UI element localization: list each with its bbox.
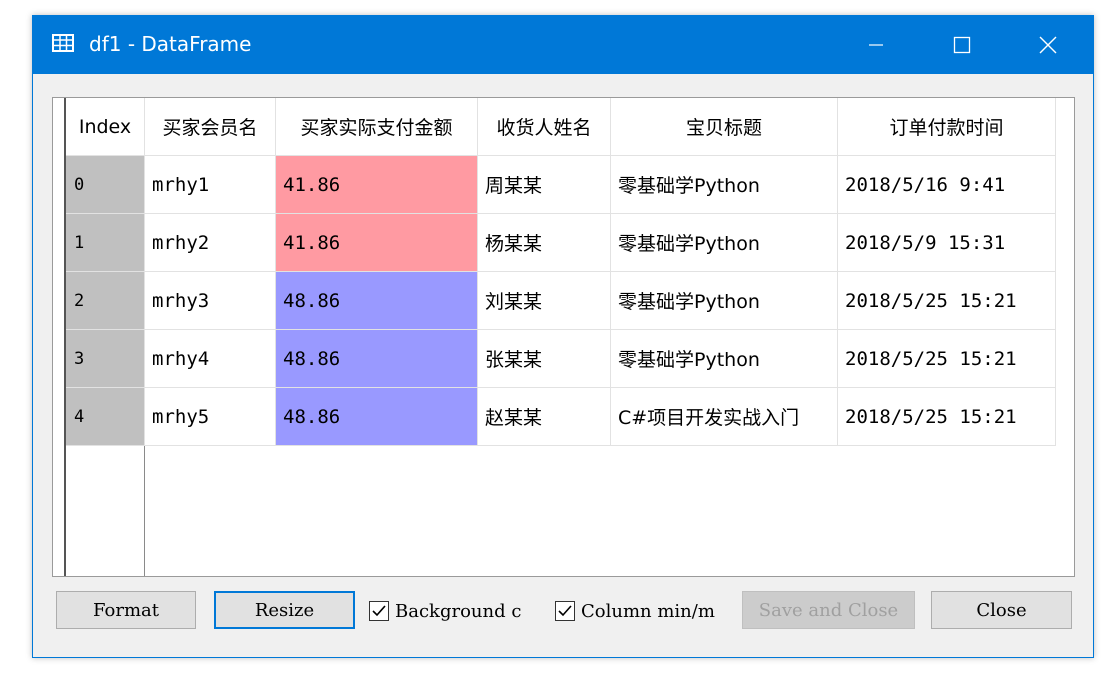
cell-paid-amount[interactable]: 48.86: [276, 272, 478, 330]
header-buyer-member[interactable]: 买家会员名: [145, 98, 276, 156]
cell-buyer-member[interactable]: mrhy3: [145, 272, 276, 330]
cell-payment-time[interactable]: 2018/5/25 15:21: [838, 330, 1056, 388]
cell-payment-time[interactable]: 2018/5/25 15:21: [838, 272, 1056, 330]
checkmark-icon: [372, 605, 386, 617]
column-minmax-label: Column min/m: [581, 600, 715, 622]
cell-buyer-member[interactable]: mrhy5: [145, 388, 276, 446]
dataframe-table[interactable]: Index 买家会员名 买家实际支付金额 收货人姓名 宝贝标题 订单付款时间 0…: [52, 97, 1075, 577]
background-color-label: Background c: [395, 600, 522, 622]
row-index[interactable]: 3: [66, 330, 145, 388]
cell-buyer-member[interactable]: mrhy2: [145, 214, 276, 272]
cell-buyer-member[interactable]: mrhy1: [145, 156, 276, 214]
close-icon: [1039, 36, 1057, 54]
cell-payment-time[interactable]: 2018/5/25 15:21: [838, 388, 1056, 446]
window-title: df1 - DataFrame: [89, 32, 252, 56]
checkbox-box[interactable]: [369, 601, 389, 621]
cell-receiver-name[interactable]: 周某某: [478, 156, 611, 214]
header-receiver-name[interactable]: 收货人姓名: [478, 98, 611, 156]
cell-receiver-name[interactable]: 赵某某: [478, 388, 611, 446]
background-color-checkbox[interactable]: Background c: [369, 598, 521, 624]
row-index[interactable]: 0: [66, 156, 145, 214]
header-item-title[interactable]: 宝贝标题: [611, 98, 838, 156]
cell-buyer-member[interactable]: mrhy4: [145, 330, 276, 388]
cell-paid-amount[interactable]: 41.86: [276, 156, 478, 214]
resize-button[interactable]: Resize: [214, 591, 355, 629]
cell-item-title[interactable]: 零基础学Python: [611, 272, 838, 330]
dataframe-editor-window: df1 - DataFrame Index 买家会员名 买家实际支付金额 收货人…: [32, 15, 1094, 658]
save-and-close-button[interactable]: Save and Close: [742, 591, 915, 629]
cell-receiver-name[interactable]: 刘某某: [478, 272, 611, 330]
cell-item-title[interactable]: 零基础学Python: [611, 330, 838, 388]
column-minmax-checkbox[interactable]: Column min/m: [555, 598, 715, 624]
checkmark-icon: [558, 605, 572, 617]
row-index[interactable]: 1: [66, 214, 145, 272]
row-index[interactable]: 4: [66, 388, 145, 446]
header-index[interactable]: Index: [66, 98, 145, 156]
checkbox-box[interactable]: [555, 601, 575, 621]
minimize-button[interactable]: [847, 16, 905, 74]
cell-item-title[interactable]: 零基础学Python: [611, 156, 838, 214]
format-button[interactable]: Format: [56, 591, 196, 629]
cell-paid-amount[interactable]: 48.86: [276, 330, 478, 388]
table-grid-icon: [52, 34, 74, 52]
cell-payment-time[interactable]: 2018/5/16 9:41: [838, 156, 1056, 214]
header-payment-time[interactable]: 订单付款时间: [838, 98, 1056, 156]
minimize-icon: [869, 44, 883, 46]
cell-receiver-name[interactable]: 杨某某: [478, 214, 611, 272]
close-window-button[interactable]: [1019, 16, 1077, 74]
cell-item-title[interactable]: C#项目开发实战入门: [611, 388, 838, 446]
close-button[interactable]: Close: [931, 591, 1072, 629]
cell-paid-amount[interactable]: 41.86: [276, 214, 478, 272]
header-paid-amount[interactable]: 买家实际支付金额: [276, 98, 478, 156]
row-index[interactable]: 2: [66, 272, 145, 330]
maximize-icon: [953, 36, 971, 54]
cell-payment-time[interactable]: 2018/5/9 15:31: [838, 214, 1056, 272]
maximize-button[interactable]: [933, 16, 991, 74]
cell-item-title[interactable]: 零基础学Python: [611, 214, 838, 272]
cell-receiver-name[interactable]: 张某某: [478, 330, 611, 388]
cell-paid-amount[interactable]: 48.86: [276, 388, 478, 446]
button-bar: Format Resize Background c Column min/m …: [33, 591, 1093, 641]
title-bar[interactable]: df1 - DataFrame: [33, 16, 1093, 74]
